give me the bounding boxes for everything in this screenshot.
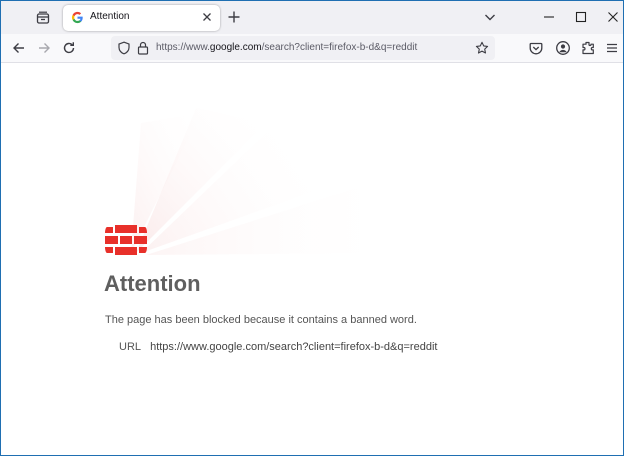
url-label: URL [119,341,142,353]
url-path: /search?client=firefox-b-d&q=reddit [261,42,418,53]
decorative-light-rays [131,108,401,255]
fortinet-logo-icon [105,225,147,255]
blocked-url-row: URL https://www.google.com/search?client… [119,341,437,353]
shield-icon[interactable] [117,41,131,55]
chevron-down-icon[interactable] [483,10,497,24]
url-prefix: https://www. [156,42,210,53]
account-icon[interactable] [555,40,571,56]
extensions-icon[interactable] [580,40,596,56]
blocked-url-value: https://www.google.com/search?client=fir… [150,341,438,353]
forward-arrow-icon[interactable] [36,40,52,56]
google-g-icon [71,11,83,24]
page-heading: Attention [104,271,201,296]
window-close-icon[interactable] [605,9,621,25]
url-host: google.com [209,42,262,53]
tab-title: Attention [90,11,130,22]
pocket-icon[interactable] [528,40,544,56]
plus-icon[interactable] [227,10,241,24]
url-text[interactable]: https://www.google.com/search?client=fir… [156,42,417,53]
blocked-page: Attention The page has been blocked beca… [1,63,623,457]
block-message: The page has been blocked because it con… [105,314,417,326]
firefox-view-icon [36,11,50,24]
navigation-toolbar: https://www.google.com/search?client=fir… [1,34,623,63]
minimize-icon[interactable] [541,9,557,25]
maximize-icon[interactable] [573,9,589,25]
address-bar[interactable]: https://www.google.com/search?client=fir… [111,36,495,60]
hamburger-menu-icon[interactable] [604,40,620,56]
tab-close-button[interactable] [200,10,214,24]
back-arrow-icon[interactable] [11,40,27,56]
close-icon [203,13,211,21]
star-icon[interactable] [475,41,489,55]
tab-attention[interactable]: Attention [63,5,220,31]
reload-icon[interactable] [61,40,77,56]
firefox-view-button[interactable] [34,9,52,27]
tab-strip: Attention [1,1,623,34]
lock-icon[interactable] [137,41,149,55]
